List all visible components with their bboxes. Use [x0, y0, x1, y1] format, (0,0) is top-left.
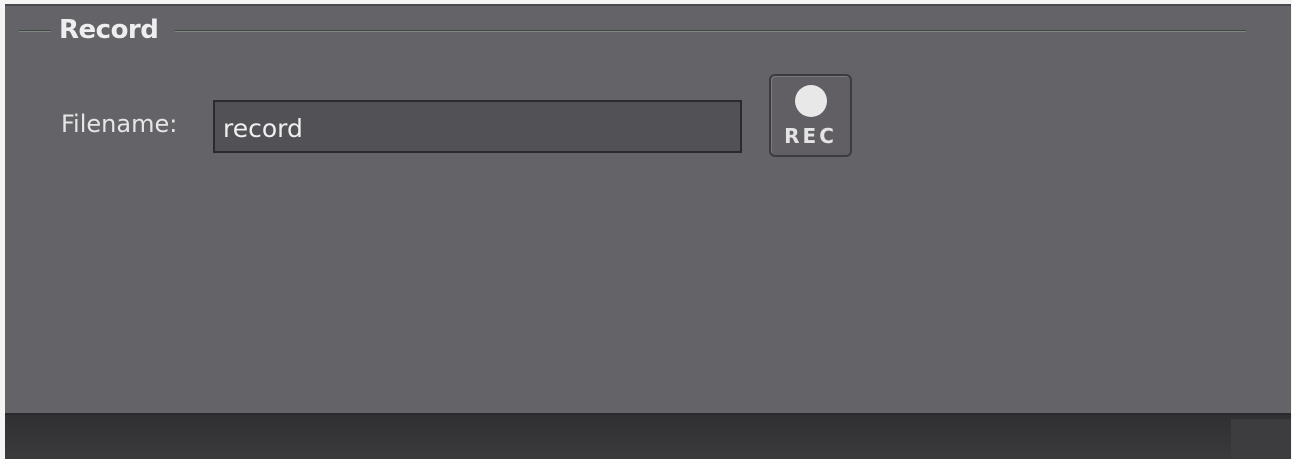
record-dot-icon — [795, 85, 827, 117]
rec-button[interactable]: REC — [769, 74, 852, 157]
record-group-title: Record — [59, 15, 159, 45]
filename-input[interactable] — [213, 100, 742, 153]
group-border-right — [175, 30, 1246, 32]
group-border-left — [19, 30, 51, 32]
record-panel-window: Record Filename: REC — [5, 4, 1291, 459]
filename-label: Filename: — [61, 110, 178, 138]
status-bar — [5, 413, 1291, 459]
resize-grip[interactable] — [1231, 419, 1291, 459]
rec-button-label: REC — [784, 124, 837, 148]
record-group-box: Record Filename: REC — [5, 6, 1291, 411]
